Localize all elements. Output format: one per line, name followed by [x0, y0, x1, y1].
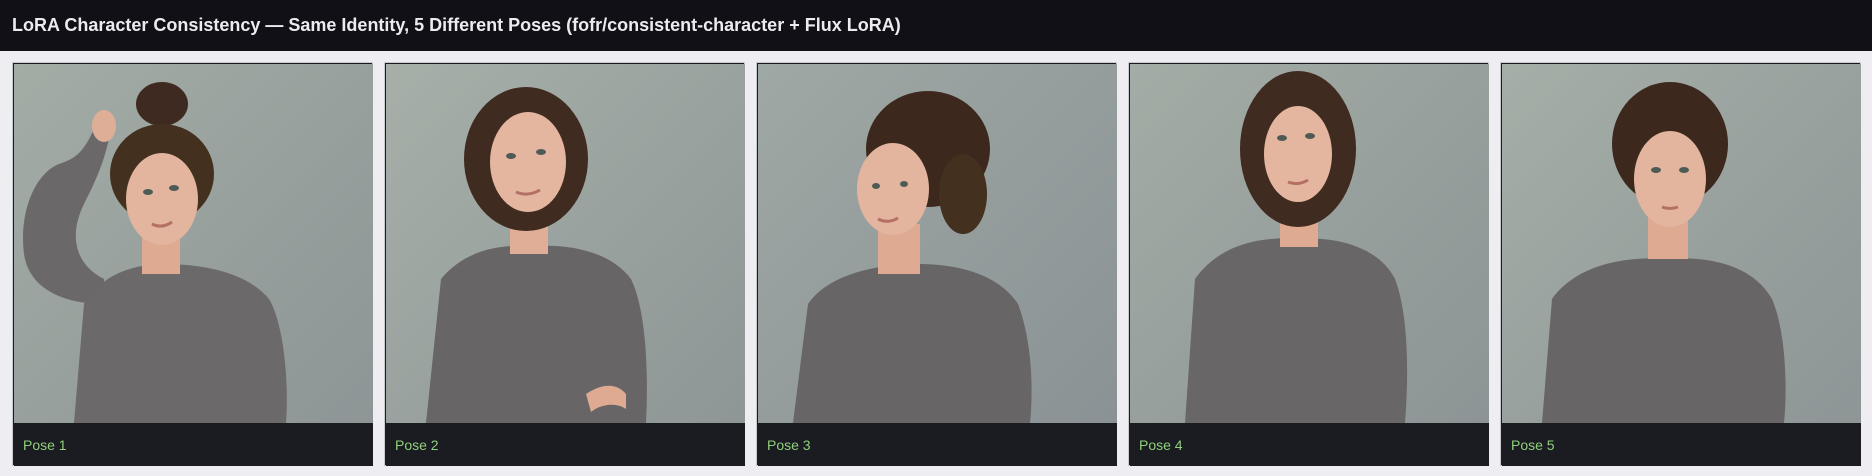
pose-label: Pose 3: [767, 436, 811, 453]
portrait-image[interactable]: [386, 64, 745, 423]
pose-label: Pose 2: [395, 436, 439, 453]
gallery-card-pose-5[interactable]: Pose 5: [1500, 62, 1861, 466]
gallery-card-pose-1[interactable]: Pose 1: [12, 62, 373, 466]
portrait-image[interactable]: [1502, 64, 1861, 423]
gallery-card-pose-4[interactable]: Pose 4: [1128, 62, 1489, 466]
pose-caption: Pose 5: [1502, 423, 1861, 466]
portrait-image[interactable]: [758, 64, 1117, 423]
pose-label: Pose 4: [1139, 436, 1183, 453]
gallery-card-pose-3[interactable]: Pose 3: [756, 62, 1117, 466]
portrait-image[interactable]: [1130, 64, 1489, 423]
header-bar: LoRA Character Consistency — Same Identi…: [0, 0, 1872, 51]
pose-caption: Pose 1: [14, 423, 373, 466]
page-title: LoRA Character Consistency — Same Identi…: [12, 15, 901, 35]
portrait-image[interactable]: [14, 64, 373, 423]
pose-label: Pose 1: [23, 436, 67, 453]
pose-caption: Pose 4: [1130, 423, 1489, 466]
pose-label: Pose 5: [1511, 436, 1555, 453]
pose-caption: Pose 3: [758, 423, 1117, 466]
pose-caption: Pose 2: [386, 423, 745, 466]
gallery-card-pose-2[interactable]: Pose 2: [384, 62, 745, 466]
